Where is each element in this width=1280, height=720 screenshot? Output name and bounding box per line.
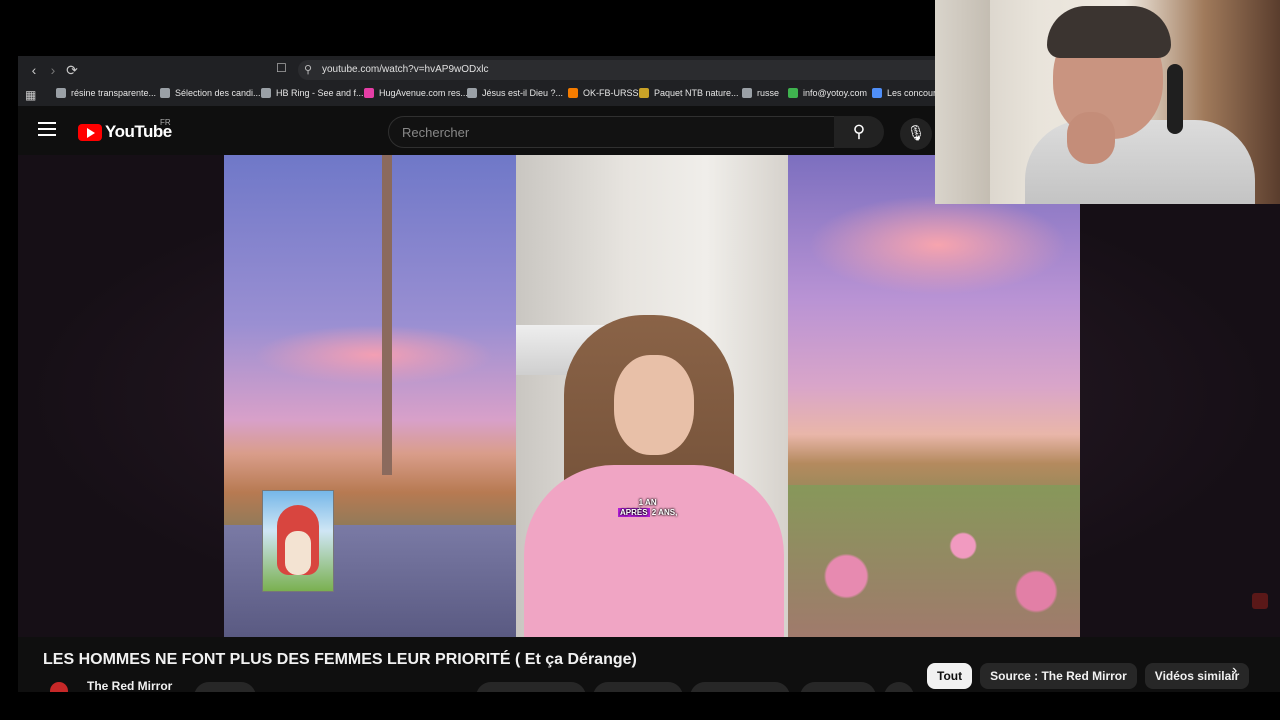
- search-button[interactable]: ⚲: [834, 116, 884, 148]
- folder-icon: [742, 88, 752, 98]
- forward-icon[interactable]: ›: [45, 62, 61, 78]
- pink-cloud: [254, 325, 494, 385]
- url-field[interactable]: ⚲ youtube.com/watch?v=hvAP9wODxlc: [298, 60, 958, 80]
- save-button[interactable]: [690, 682, 790, 692]
- bookmark-item[interactable]: Sélection des candi...: [160, 88, 261, 98]
- bookmark-item[interactable]: info@yotoy.com: [788, 88, 867, 98]
- site-info-icon[interactable]: ⚲: [304, 63, 312, 76]
- webcam-overlay: [935, 0, 1280, 204]
- search-input[interactable]: Rechercher: [388, 116, 836, 148]
- webcam-person-hand: [1067, 112, 1115, 164]
- chevron-right-icon[interactable]: ›: [1232, 662, 1237, 680]
- bookmark-item[interactable]: HugAvenue.com res...: [364, 88, 468, 98]
- utility-pole: [382, 155, 392, 475]
- search-placeholder: Rechercher: [402, 125, 470, 140]
- webcam-person-hoodie: [1025, 120, 1255, 204]
- video-frame-right-panel: [788, 155, 1080, 637]
- bookmark-favicon: [364, 88, 374, 98]
- related-filter-chips: Tout Source : The Red Mirror Vidéos simi…: [927, 663, 1250, 689]
- bookmark-item[interactable]: OK-FB-URSS: [568, 88, 639, 98]
- bookmark-favicon: [639, 88, 649, 98]
- back-icon[interactable]: ‹: [26, 62, 42, 78]
- video-frame-center-panel: 1 AN APRÈS 2 ANS,: [516, 155, 788, 637]
- person-face: [614, 355, 694, 455]
- notification-bell-button[interactable]: [194, 682, 256, 692]
- shark-character-overlay: [262, 490, 334, 592]
- video-title: LES HOMMES NE FONT PLUS DES FEMMES LEUR …: [43, 651, 637, 668]
- youtube-play-icon: [78, 123, 102, 141]
- search-icon: ⚲: [852, 122, 866, 141]
- bookmark-item[interactable]: Jésus est-il Dieu ?...: [467, 88, 563, 98]
- voice-search-button[interactable]: 🎙: [900, 118, 932, 150]
- person-sweater: [524, 465, 784, 637]
- hamburger-menu-icon[interactable]: [38, 122, 56, 136]
- apps-grid-icon[interactable]: ▦: [25, 88, 36, 102]
- bookmark-favicon: [788, 88, 798, 98]
- bookmark-favicon: [160, 88, 170, 98]
- reload-icon[interactable]: ⟳: [64, 62, 80, 78]
- headset-icon: [1167, 64, 1183, 134]
- video-player[interactable]: 1 AN APRÈS 2 ANS,: [18, 155, 1280, 637]
- chip-all[interactable]: Tout: [927, 663, 973, 689]
- pink-flower-field: [788, 485, 1080, 637]
- bookmark-item[interactable]: HB Ring - See and f...: [261, 88, 364, 98]
- bookmark-item[interactable]: Paquet NTB nature...: [639, 88, 739, 98]
- subtitle-line-1: 1 AN: [638, 498, 657, 507]
- bookmark-favicon: [568, 88, 578, 98]
- url-text[interactable]: youtube.com/watch?v=hvAP9wODxlc: [322, 64, 488, 75]
- subtitle-highlight: APRÈS: [618, 508, 650, 517]
- bookmark-favicon: [261, 88, 271, 98]
- shark-belly: [285, 531, 311, 575]
- video-subtitle: 1 AN APRÈS 2 ANS,: [618, 498, 677, 518]
- thanks-button[interactable]: [800, 682, 876, 692]
- bookmark-item[interactable]: Les concours: [872, 88, 941, 98]
- subtitle-line-2: 2 ANS,: [651, 508, 678, 517]
- like-dislike-button[interactable]: [476, 682, 586, 692]
- youtube-logo[interactable]: YouTube: [78, 122, 172, 142]
- video-info-section: LES HOMMES NE FONT PLUS DES FEMMES LEUR …: [18, 637, 1280, 692]
- bookmark-favicon: [872, 88, 882, 98]
- share-button[interactable]: [593, 682, 683, 692]
- bookmark-favicon: [56, 88, 66, 98]
- country-code: FR: [160, 118, 171, 127]
- bookmark-item[interactable]: russe: [742, 88, 779, 98]
- channel-watermark[interactable]: [1252, 593, 1268, 609]
- webcam-background-door: [935, 0, 990, 204]
- more-actions-button[interactable]: [884, 682, 914, 692]
- pink-cloud: [808, 195, 1068, 295]
- channel-name[interactable]: The Red Mirror: [87, 679, 172, 692]
- microphone-icon: 🎙: [906, 125, 926, 142]
- bookmark-item[interactable]: résine transparente...: [56, 88, 156, 98]
- bookmark-favicon: [467, 88, 477, 98]
- bookmark-icon[interactable]: ☐: [276, 61, 287, 75]
- chip-source-channel[interactable]: Source : The Red Mirror: [980, 663, 1137, 689]
- channel-avatar[interactable]: [50, 682, 68, 692]
- webcam-person-hair: [1047, 6, 1171, 58]
